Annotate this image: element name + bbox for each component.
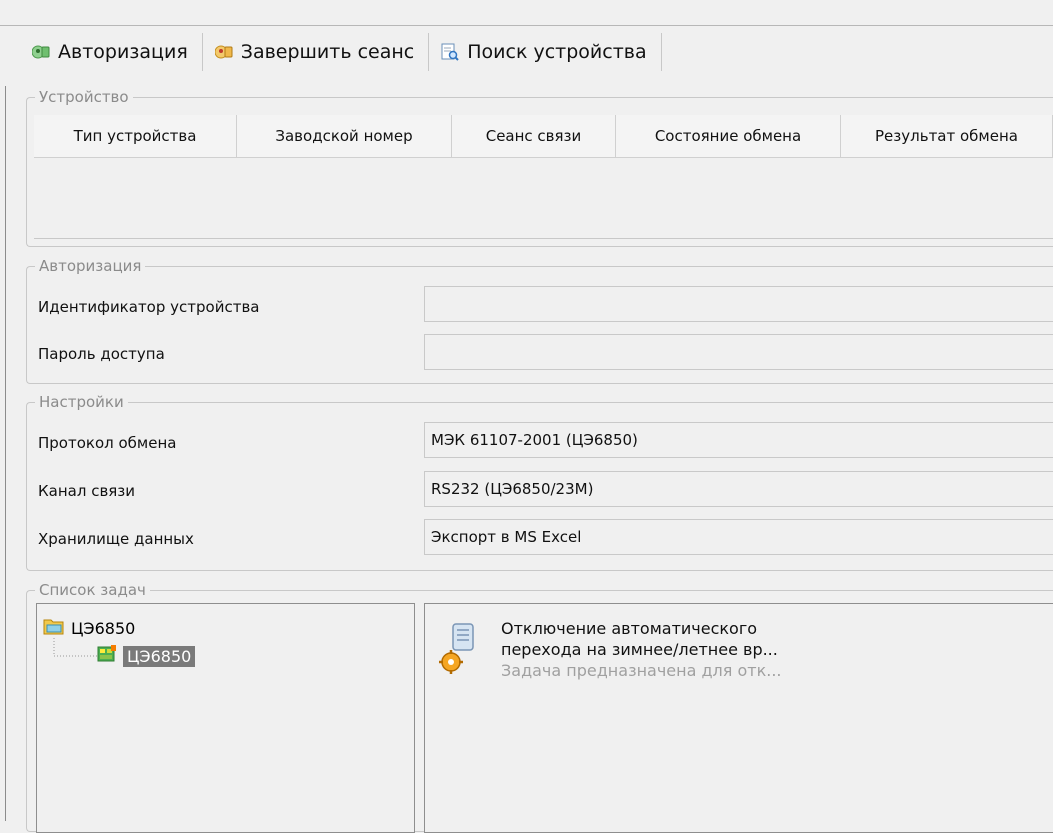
task-settings-icon (435, 622, 493, 684)
device-id-label: Идентификатор устройства (38, 298, 260, 316)
column-device-type[interactable]: Тип устройства (34, 115, 237, 157)
task-description: Задача предназначена для отк... (501, 661, 782, 680)
settings-group-legend: Настройки (35, 393, 128, 411)
storage-field[interactable]: Экспорт в MS Excel (424, 519, 1053, 555)
task-text: Отключение автоматического перехода на з… (501, 618, 782, 684)
auth-button-label: Авторизация (58, 41, 188, 63)
folder-icon (43, 616, 65, 640)
channel-field[interactable]: RS232 (ЦЭ6850/23М) (424, 471, 1053, 507)
channel-label: Канал связи (38, 482, 136, 500)
column-serial-number[interactable]: Заводской номер (237, 115, 452, 157)
end-session-icon (214, 43, 233, 61)
tasks-group-legend: Список задач (35, 581, 150, 599)
device-group-legend: Устройство (35, 88, 133, 106)
device-table-body[interactable] (34, 158, 1053, 239)
end-session-button[interactable]: Завершить сеанс (203, 33, 430, 71)
column-exchange-result[interactable]: Результат обмена (841, 115, 1053, 157)
password-label: Пароль доступа (38, 345, 165, 363)
device-id-field[interactable] (424, 286, 1053, 322)
tree-root-label: ЦЭ6850 (71, 618, 136, 638)
auth-icon (31, 43, 50, 61)
task-title-line2: перехода на зимнее/летнее вр... (501, 640, 778, 659)
tree-item-root[interactable]: ЦЭ6850 (43, 616, 135, 640)
task-title-line1: Отключение автоматического (501, 619, 758, 638)
find-device-button-label: Поиск устройства (467, 41, 647, 63)
task-list-panel[interactable]: Отключение автоматического перехода на з… (424, 603, 1053, 833)
column-exchange-state[interactable]: Состояние обмена (616, 115, 841, 157)
find-device-button[interactable]: Поиск устройства (429, 33, 662, 71)
end-session-button-label: Завершить сеанс (240, 41, 415, 63)
tree-item-child[interactable]: ЦЭ6850 (97, 645, 196, 667)
left-border (5, 86, 6, 821)
top-divider (0, 25, 1053, 26)
storage-label: Хранилище данных (38, 530, 194, 548)
toolbar: Авторизация Завершить сеанс Поиск устрой… (20, 33, 1053, 71)
device-table-header: Тип устройства Заводской номер Сеанс свя… (34, 115, 1053, 158)
protocol-label: Протокол обмена (38, 434, 177, 452)
search-document-icon (441, 43, 459, 61)
auth-button[interactable]: Авторизация (20, 33, 203, 71)
tree-connector-lines (53, 638, 99, 657)
protocol-field[interactable]: МЭК 61107-2001 (ЦЭ6850) (424, 422, 1053, 458)
task-item[interactable]: Отключение автоматического перехода на з… (435, 618, 782, 684)
auth-group-legend: Авторизация (35, 257, 146, 275)
tree-child-label: ЦЭ6850 (123, 645, 196, 667)
column-session[interactable]: Сеанс связи (452, 115, 616, 157)
password-field[interactable] (424, 334, 1053, 370)
device-meter-icon (97, 645, 117, 667)
task-tree-panel[interactable]: ЦЭ6850 ЦЭ6850 (36, 603, 415, 833)
